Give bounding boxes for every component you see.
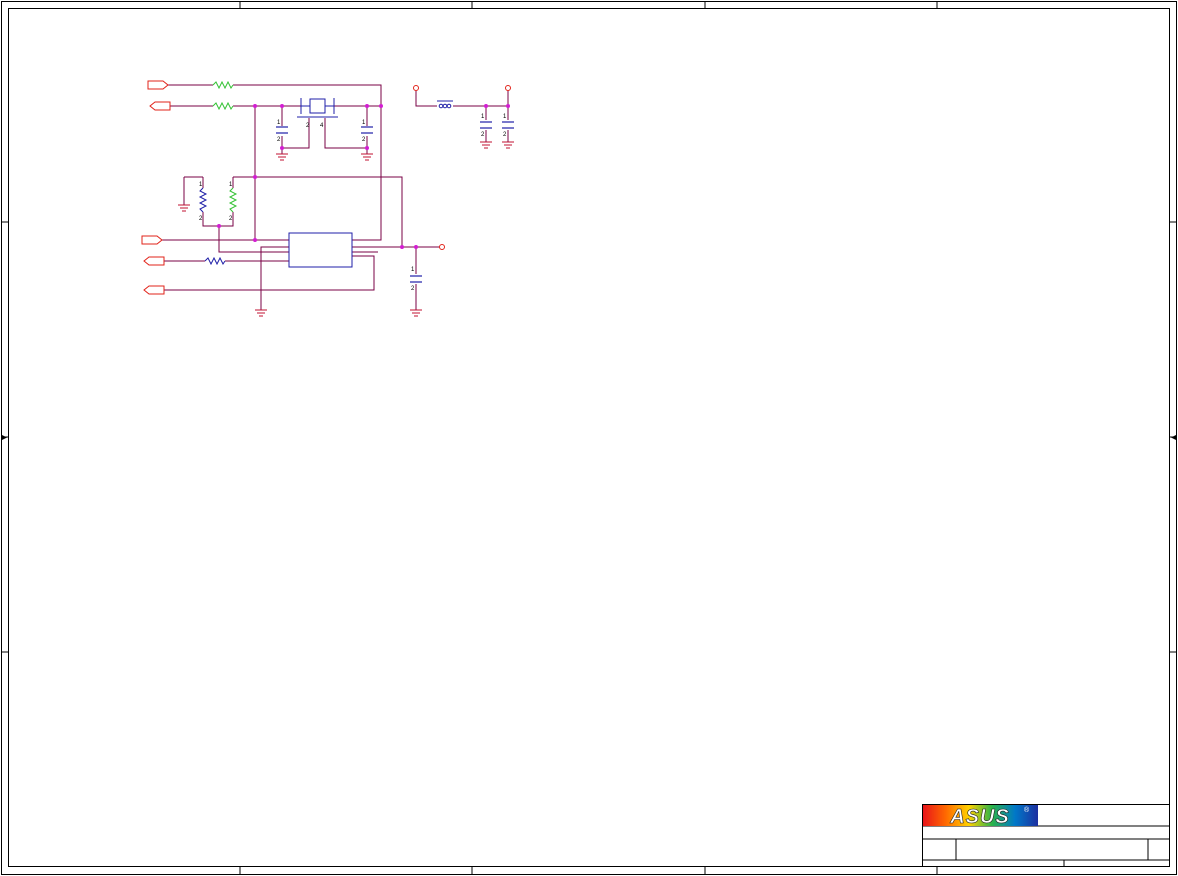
svg-text:2: 2 [362, 137, 366, 143]
capacitor-c3 [480, 121, 492, 129]
resistor-r5 [204, 256, 226, 266]
ground-7 [410, 309, 422, 317]
port-input-3 [141, 235, 163, 245]
ground-1 [276, 153, 288, 161]
frame-center-arrows [2, 435, 1176, 440]
port-input-1 [147, 80, 169, 90]
port-connectors [141, 80, 171, 295]
svg-text:4: 4 [320, 123, 324, 129]
svg-text:2: 2 [411, 286, 415, 292]
resistors [198, 80, 238, 266]
capacitor-c4 [502, 121, 514, 129]
svg-text:®: ® [1024, 806, 1030, 814]
svg-text:2: 2 [277, 137, 281, 143]
asus-logo: ASUS ® [923, 805, 1038, 828]
pin-labels: 1 2 1 2 2 4 1 2 1 2 1 2 1 2 1 2 [199, 114, 507, 292]
ground-2 [361, 153, 373, 161]
resistor-r4 [228, 187, 238, 213]
capacitor-c2 [361, 126, 373, 134]
svg-text:1: 1 [411, 267, 415, 273]
ic-chip [288, 232, 353, 268]
ground-6 [255, 309, 267, 317]
power-symbols [413, 85, 511, 250]
svg-text:2: 2 [503, 132, 507, 138]
svg-text:1: 1 [481, 114, 485, 120]
svg-text:1: 1 [199, 182, 203, 188]
svg-text:1: 1 [503, 114, 507, 120]
port-input-4 [143, 256, 165, 266]
port-input-5 [143, 285, 165, 295]
power-node-2 [505, 85, 511, 91]
power-node-1 [413, 85, 419, 91]
svg-text:2: 2 [481, 132, 485, 138]
crystal-oscillator [297, 98, 338, 118]
ground-3 [178, 204, 190, 212]
svg-text:1: 1 [362, 120, 366, 126]
svg-text:1: 1 [277, 120, 281, 126]
wires [162, 84, 509, 310]
svg-text:2: 2 [199, 216, 203, 222]
schematic-sheet: 1 2 1 2 2 4 1 2 1 2 1 2 1 2 1 2 ASUS ® [1, 1, 1177, 875]
capacitor-c5 [410, 275, 422, 283]
svg-text:1: 1 [229, 182, 233, 188]
ground-4 [480, 141, 492, 149]
ferrite-bead [437, 100, 453, 109]
port-input-2 [149, 101, 171, 111]
resistor-r1 [212, 80, 234, 90]
svg-text:ASUS: ASUS [949, 806, 1010, 828]
capacitor-c1 [276, 126, 288, 134]
capacitors [276, 121, 514, 283]
resistor-r2 [212, 101, 234, 111]
drawing-frame [1, 1, 1177, 875]
resistor-r3 [198, 187, 208, 213]
ground-5 [502, 141, 514, 149]
svg-text:2: 2 [229, 216, 233, 222]
output-node [439, 244, 445, 250]
